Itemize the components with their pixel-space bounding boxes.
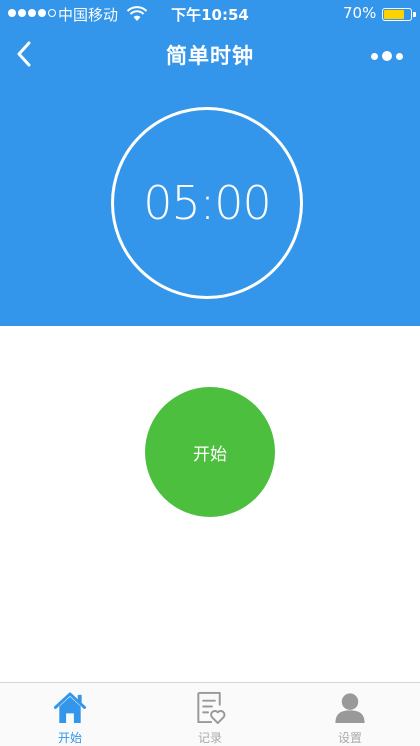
home-icon xyxy=(53,692,87,724)
battery-percent: 70% xyxy=(343,4,377,22)
timer-header: 中国移动 下午10:54 70% 简单时钟 05:00 xyxy=(0,0,420,326)
back-button[interactable] xyxy=(6,36,42,72)
timer-display: 05:00 xyxy=(143,176,272,230)
tab-bar: 开始 记录 设置 xyxy=(0,682,420,746)
more-dot-icon xyxy=(396,52,403,60)
battery-icon xyxy=(382,8,412,21)
tab-start[interactable]: 开始 xyxy=(0,683,140,746)
user-icon xyxy=(335,693,365,724)
battery-tip xyxy=(413,12,416,17)
chevron-left-icon xyxy=(17,41,31,67)
battery-level-fill xyxy=(384,10,404,19)
tab-settings-label: 设置 xyxy=(337,731,362,745)
tab-record[interactable]: 记录 xyxy=(140,683,280,746)
status-bar: 中国移动 下午10:54 70% xyxy=(0,0,420,28)
more-button[interactable] xyxy=(366,42,408,70)
tab-record-label: 记录 xyxy=(197,731,222,745)
record-icon xyxy=(197,691,226,725)
timer-ring: 05:00 xyxy=(111,107,303,299)
more-dot-icon xyxy=(382,51,392,61)
page-title: 简单时钟 xyxy=(166,44,254,68)
start-button[interactable]: 开始 xyxy=(145,387,275,517)
tab-settings[interactable]: 设置 xyxy=(280,683,420,746)
more-dot-icon xyxy=(371,52,378,60)
app-screen: 中国移动 下午10:54 70% 简单时钟 05:00 开始 开始 记录 设置 xyxy=(0,0,420,746)
tab-start-label: 开始 xyxy=(57,731,82,745)
